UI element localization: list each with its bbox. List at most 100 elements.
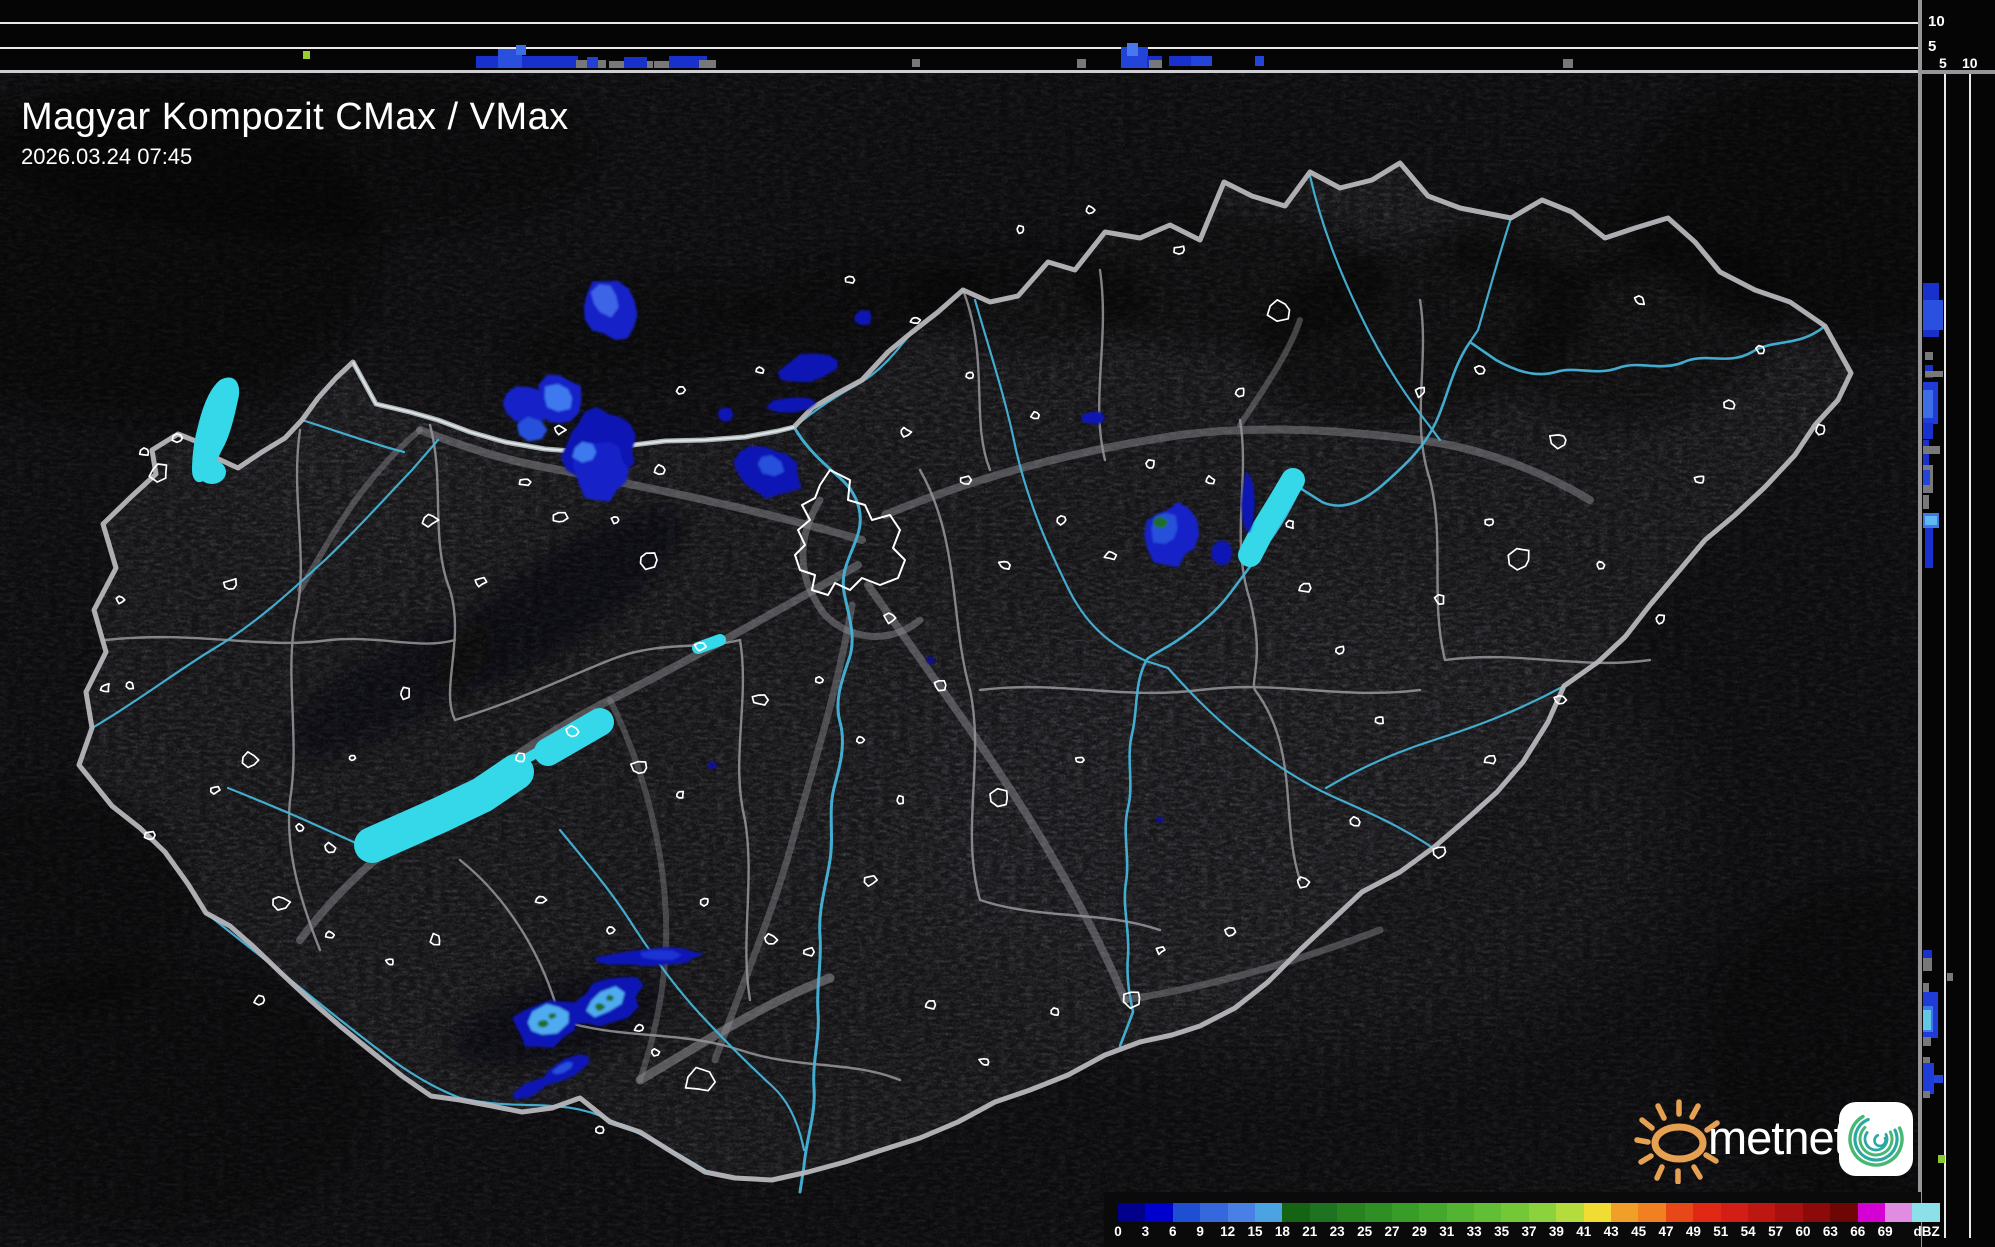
dbz-swatch [1172,1203,1201,1222]
dbz-label: 66 [1850,1224,1866,1239]
dbz-swatch [1337,1203,1365,1222]
title-block: Magyar Kompozit CMax / VMax 2026.03.24 0… [21,96,569,172]
top-profile-echo [516,45,526,55]
dbz-label: 63 [1822,1224,1838,1239]
top-profile-echo [912,59,920,67]
dbz-swatch [1802,1203,1831,1222]
lake-velence [692,634,726,654]
dbz-swatch [1857,1203,1885,1222]
top-axis-label-5: 5 [1928,38,1937,55]
dbz-swatch [1391,1203,1420,1222]
dbz-label: 31 [1439,1224,1455,1239]
top-height-profile [0,0,1921,70]
dbz-swatch [1227,1203,1255,1222]
timestamp: 2026.03.24 07:45 [21,144,193,169]
right-axis-label-5: 5 [1939,55,1947,71]
dbz-label: 69 [1877,1224,1893,1239]
dbz-swatch [1145,1203,1173,1222]
right-profile-echo [1925,516,1937,525]
gridline-10km [0,22,1921,24]
metnet-logo[interactable]: metnet [1634,1092,1926,1187]
dbz-swatch [1884,1203,1913,1222]
right-profile-echo [1923,958,1932,971]
gridline-10km-v [1969,74,1971,1238]
dbz-label: 41 [1576,1224,1592,1239]
dbz-swatch [1611,1203,1639,1222]
right-profile-echo [1923,446,1940,454]
dbz-color-bar [1118,1203,1940,1222]
dbz-swatch [1200,1203,1228,1222]
dbz-swatch [1254,1203,1283,1222]
dbz-swatch [1419,1203,1447,1222]
right-profile-echo [1923,470,1930,485]
dbz-swatch [1282,1203,1310,1222]
right-profile-echo [1923,1010,1931,1030]
dbz-swatch [1556,1203,1584,1222]
dbz-swatch [1309,1203,1338,1222]
top-profile-echo [1191,56,1212,66]
dbz-label: 47 [1658,1224,1674,1239]
dbz-label: 45 [1631,1224,1647,1239]
dbz-label: 54 [1740,1224,1756,1239]
dbz-swatch-overflow [1912,1203,1940,1222]
top-profile-echo [1255,56,1264,66]
radar-composite-screen: 10 5 5 10 Magyar Kompozit CMax / VMax 20… [0,0,1995,1247]
metnet-wordmark: metnet [1708,1111,1847,1164]
top-profile-echo [1127,43,1138,56]
top-profile-echo [699,60,716,68]
dbz-label: 57 [1768,1224,1784,1239]
dbz-label: 60 [1795,1224,1811,1239]
dbz-swatch [1501,1203,1529,1222]
page-title: Magyar Kompozit CMax / VMax [21,96,569,138]
dbz-swatch [1583,1203,1612,1222]
dbz-label: 25 [1357,1224,1373,1239]
right-profile-echo [1923,390,1933,418]
dbz-label: 18 [1274,1224,1290,1239]
top-profile-echo [1077,59,1086,68]
right-profile-echo [1923,423,1933,439]
dbz-swatch [1720,1203,1748,1222]
dbz-label: 12 [1220,1224,1236,1239]
dbz-swatch [1118,1203,1146,1222]
top-profile-echo [1149,60,1162,68]
right-profile-echo [1938,1155,1945,1163]
dbz-label: 21 [1302,1224,1318,1239]
dbz-legend: 0 3 6 9 12 15 18 21 23 25 27 29 31 33 35 37 39 41 43 45 47 49… [1104,1192,1940,1247]
top-profile-echo [303,51,310,59]
dbz-label: 23 [1329,1224,1345,1239]
dbz-swatch [1364,1203,1392,1222]
dbz-label: 27 [1384,1224,1400,1239]
top-profile-echo [624,57,647,68]
dbz-label: 0 [1114,1224,1122,1239]
dbz-label: 9 [1196,1224,1204,1239]
dbz-swatch [1830,1203,1858,1222]
dbz-unit-label: dBZ [1913,1224,1940,1239]
dbz-label: 33 [1466,1224,1482,1239]
right-profile-echo [1923,495,1929,509]
top-profile-echo [522,56,578,68]
right-profile-echo [1923,300,1943,330]
dbz-label: 49 [1685,1224,1701,1239]
right-profile-echo [1934,1075,1943,1083]
dbz-label: 6 [1169,1224,1177,1239]
scale-corner: 10 5 5 10 [1921,0,1995,74]
dbz-swatch [1446,1203,1475,1222]
dbz-label: 29 [1411,1224,1427,1239]
dbz-swatch [1474,1203,1502,1222]
metnet-app-icon[interactable] [1838,1101,1914,1177]
top-axis-label-10: 10 [1928,13,1945,30]
right-profile-echo [1925,371,1943,377]
horizontal-divider [1921,70,1995,74]
gridline-5km-v [1944,74,1946,1238]
gridline-5km [0,47,1921,49]
dbz-label: 15 [1247,1224,1263,1239]
right-profile-echo [1947,973,1953,981]
right-profile-echo [1925,528,1933,568]
dbz-label: 35 [1494,1224,1510,1239]
dbz-swatch [1747,1203,1776,1222]
dbz-label: 3 [1141,1224,1150,1239]
top-strip-border [0,70,1921,73]
top-profile-echo [587,57,598,68]
vertical-divider [1918,0,1922,1247]
radar-map-canvas [0,0,1995,1247]
